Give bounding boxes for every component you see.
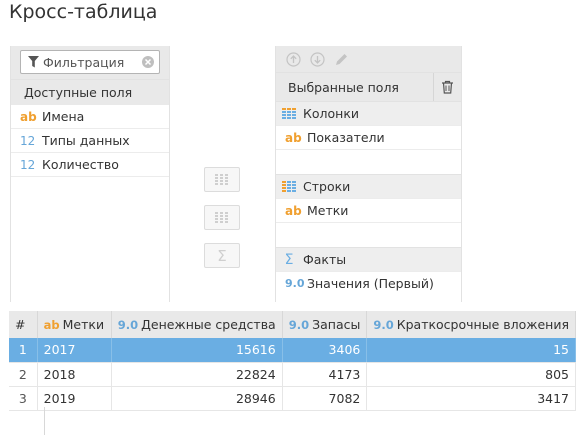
columns-icon (282, 107, 296, 119)
available-fields-header: Доступные поля (11, 79, 169, 105)
cross-table: # ab Метки 9.0 Денежные средства 9.0 Запасы… (9, 311, 576, 411)
cell-cash: 28946 (111, 386, 283, 411)
sigma-icon: Σ (284, 251, 294, 268)
clear-icon[interactable] (141, 55, 155, 69)
cell-cash: 15616 (111, 338, 283, 363)
rows-section-header: Строки (276, 174, 461, 198)
field-label: Метки (307, 203, 349, 218)
column-header-stock[interactable]: 9.0 Запасы (282, 311, 368, 338)
field-label: Показатели (307, 130, 385, 145)
add-to-rows-button[interactable] (204, 205, 240, 230)
integer-type-icon: 12 (20, 157, 36, 172)
add-to-columns-button[interactable] (204, 167, 240, 192)
decimal-type-icon: 9.0 (288, 318, 310, 332)
cell-short-term: 15 (366, 338, 576, 363)
cell-label: 2018 (37, 362, 112, 387)
columns-field-row[interactable]: ab Показатели (276, 125, 461, 149)
available-fields-panel: Доступные поля ab Имена 12 Типы данных 1… (10, 46, 170, 302)
facts-section-header: Σ Факты (276, 247, 461, 271)
column-header-cash[interactable]: 9.0 Денежные средства (111, 311, 283, 338)
cell-label: 2017 (37, 338, 112, 363)
text-type-icon: ab (20, 109, 37, 124)
selected-fields-panel: Выбранные поля Колонки ab Показатели Стр… (275, 46, 462, 302)
move-down-icon[interactable] (309, 51, 326, 68)
row-number: 3 (9, 386, 38, 411)
cell-short-term: 805 (366, 362, 576, 387)
columns-drop-zone[interactable] (276, 149, 461, 174)
cell-stock: 4173 (282, 362, 368, 387)
decimal-type-icon: 9.0 (285, 277, 305, 290)
filter-input[interactable] (43, 54, 143, 70)
cell-stock: 3406 (282, 338, 368, 363)
column-header-labels[interactable]: ab Метки (37, 311, 112, 338)
column-header-index[interactable]: # (9, 311, 38, 338)
available-field-names[interactable]: ab Имена (11, 105, 169, 129)
filter-box[interactable] (20, 50, 160, 74)
add-to-facts-button[interactable]: Σ (204, 243, 240, 268)
facts-label: Факты (303, 252, 347, 267)
edit-pencil-icon[interactable] (333, 51, 350, 68)
rows-label: Строки (303, 179, 351, 194)
index-column-divider (44, 407, 45, 435)
decimal-type-icon: 9.0 (373, 318, 394, 332)
selected-fields-title: Выбранные поля (288, 79, 399, 95)
table-row[interactable]: 2 2018 22824 4173 805 (9, 362, 576, 387)
move-up-icon[interactable] (285, 51, 302, 68)
cell-short-term: 3417 (366, 386, 576, 411)
text-type-icon: ab (43, 318, 60, 332)
selected-toolbar (276, 46, 461, 72)
rows-icon (282, 180, 296, 192)
columns-section-header: Колонки (276, 101, 461, 125)
columns-label: Колонки (303, 106, 360, 121)
field-label: Значения (Первый) (307, 276, 434, 291)
integer-type-icon: 12 (20, 133, 36, 148)
available-field-count[interactable]: 12 Количество (11, 153, 169, 177)
trash-icon[interactable] (433, 73, 461, 101)
available-field-types[interactable]: 12 Типы данных (11, 129, 169, 153)
field-label: Типы данных (42, 133, 130, 148)
text-type-icon: ab (285, 203, 302, 218)
facts-field-row[interactable]: 9.0 Значения (Первый) (276, 271, 461, 295)
column-header-short-term[interactable]: 9.0 Краткосрочные вложения (366, 311, 576, 338)
field-label: Имена (42, 109, 85, 124)
row-number: 1 (9, 338, 38, 363)
rows-field-row[interactable]: ab Метки (276, 198, 461, 222)
text-type-icon: ab (285, 130, 302, 145)
field-label: Количество (42, 157, 119, 172)
cell-cash: 22824 (111, 362, 283, 387)
table-row[interactable]: 3 2019 28946 7082 3417 (9, 386, 576, 411)
rows-drop-zone[interactable] (276, 222, 461, 247)
funnel-icon (26, 55, 40, 69)
row-number: 2 (9, 362, 38, 387)
cell-stock: 7082 (282, 386, 368, 411)
decimal-type-icon: 9.0 (117, 318, 139, 332)
sigma-icon: Σ (217, 246, 227, 265)
selected-fields-header: Выбранные поля (276, 72, 461, 101)
cell-label: 2019 (37, 386, 112, 411)
columns-grid-icon (215, 173, 228, 185)
table-row[interactable]: 1 2017 15616 3406 15 (9, 338, 576, 363)
rows-grid-icon (215, 211, 228, 223)
filter-bar (11, 46, 169, 79)
page-title: Кросс-таблица (9, 1, 158, 23)
